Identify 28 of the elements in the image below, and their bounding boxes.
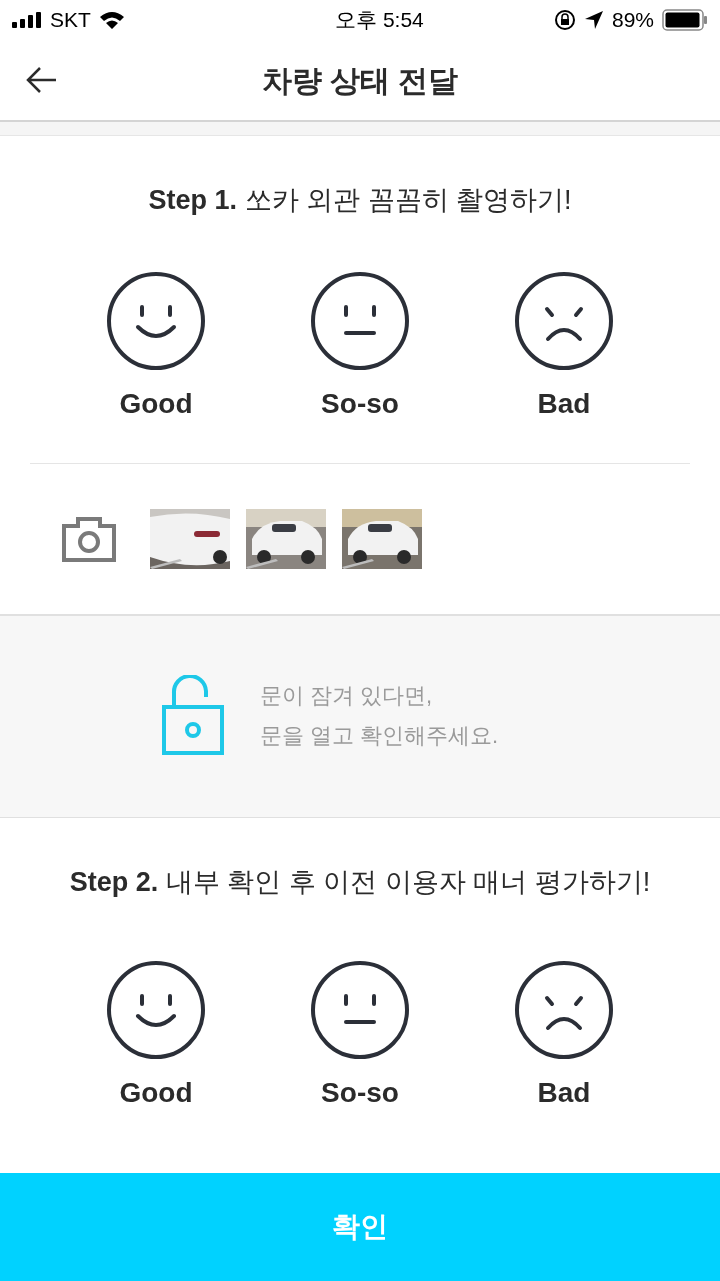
rotation-lock-icon	[553, 9, 576, 31]
confirm-button[interactable]: 확인	[0, 1173, 720, 1281]
smiling-face-icon[interactable]	[106, 960, 206, 1060]
rating-label: Bad	[537, 386, 591, 421]
rating-label: Good	[119, 386, 193, 421]
wifi-icon	[98, 10, 125, 30]
rating-label: So-so	[321, 386, 399, 421]
unlocked-padlock-icon	[161, 675, 224, 757]
frowning-face-icon[interactable]	[514, 960, 614, 1060]
battery-percent: 89%	[611, 7, 654, 34]
frowning-face-icon[interactable]	[514, 270, 614, 371]
neutral-face-icon[interactable]	[310, 960, 410, 1060]
camera-icon[interactable]	[62, 515, 116, 562]
rating-label: Good	[119, 1076, 193, 1110]
signal-icon	[12, 12, 42, 28]
neutral-face-icon[interactable]	[310, 270, 410, 371]
rating-label: Bad	[537, 1076, 591, 1110]
back-arrow-icon	[26, 66, 58, 94]
rating-label: So-so	[321, 1076, 399, 1110]
location-arrow-icon	[583, 10, 604, 30]
carrier-name: SKT	[50, 7, 91, 34]
step-title: Step 1. 쏘카 외관 꼼꼼히 촬영하기!	[148, 184, 572, 217]
battery-icon	[662, 9, 708, 31]
clock-time: 오후 5:54	[335, 7, 424, 34]
smiling-face-icon[interactable]	[106, 270, 206, 371]
unlock-notice: 문이 잠겨 있다면, 문을 열고 확인해주세요.	[259, 682, 499, 750]
step-title: Step 2. 내부 확인 후 이전 이용자 매너 평가하기!	[69, 865, 651, 899]
page-title: 차량 상태 전달	[260, 62, 460, 99]
